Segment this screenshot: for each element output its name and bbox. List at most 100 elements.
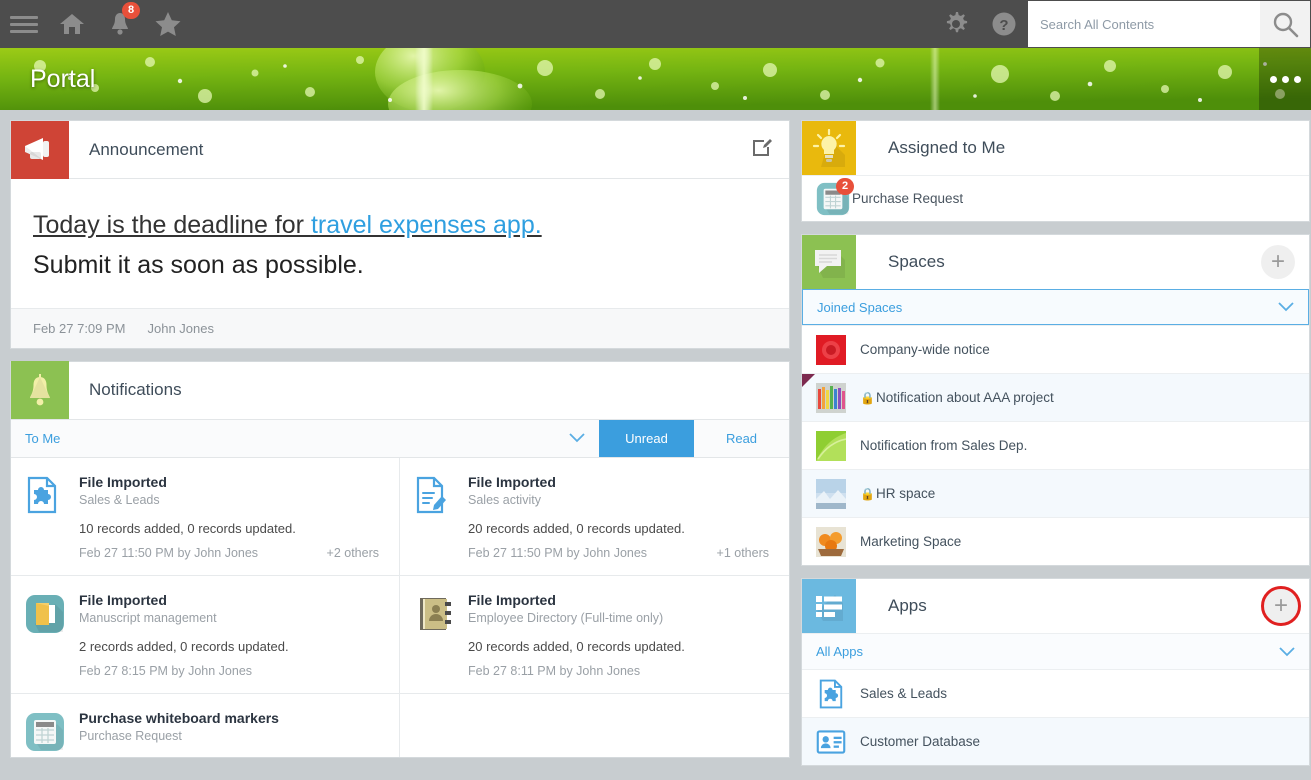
app-item-customer-database[interactable]: Customer Database	[802, 717, 1309, 765]
flag-corner-icon	[802, 374, 815, 387]
assigned-to-me-title: Assigned to Me	[888, 138, 1006, 157]
assigned-item-label: Purchase Request	[852, 191, 964, 206]
notification-subtitle: Sales & Leads	[79, 492, 160, 507]
notification-subtitle: Purchase Request	[79, 728, 182, 743]
notification-count-badge: 8	[122, 2, 140, 19]
space-item-company-wide-notice[interactable]: Company-wide notice	[802, 325, 1309, 373]
more-options-icon	[1293, 75, 1301, 83]
help-icon: ?	[992, 12, 1016, 36]
tab-unread[interactable]: Unread	[599, 419, 694, 457]
calculator-icon: 2	[816, 177, 854, 216]
gear-icon	[946, 12, 968, 33]
document-puzzle-icon	[819, 679, 843, 708]
assigned-count-badge: 2	[836, 177, 854, 195]
settings-button[interactable]	[932, 0, 980, 48]
home-icon	[60, 14, 84, 34]
search-input[interactable]	[1028, 1, 1260, 47]
home-button[interactable]	[48, 0, 96, 48]
assigned-item-purchase-request[interactable]: 2 Purchase Request	[802, 175, 1309, 221]
chevron-down-icon	[1278, 302, 1294, 312]
spaces-filter-label: Joined Spaces	[817, 299, 903, 315]
notification-others: +1 others	[716, 545, 769, 560]
space-label: HR space	[875, 486, 936, 501]
notification-timestamp: Feb 27 8:11 PM by John Jones	[468, 663, 641, 678]
more-options-icon	[1281, 75, 1289, 83]
favorites-button[interactable]	[144, 0, 192, 48]
notification-meta: Feb 27 8:15 PM by John Jones	[79, 664, 385, 678]
top-navigation-bar: 8 ?	[0, 0, 1311, 48]
page-content: Announcement Today is the deadline for t…	[0, 110, 1311, 780]
search-submit-button[interactable]	[1260, 1, 1310, 47]
notification-title: File Imported	[79, 591, 167, 608]
hamburger-menu-button[interactable]	[0, 0, 48, 48]
notification-subtitle: Manuscript management	[79, 610, 217, 625]
space-label: Notification about AAA project	[875, 390, 1054, 405]
app-label: Sales & Leads	[860, 686, 948, 701]
notification-meta: Feb 27 11:50 PM by John Jones +2 others	[79, 546, 385, 560]
add-space-button[interactable]: +	[1261, 245, 1295, 279]
folder-icon	[25, 592, 73, 679]
tab-read[interactable]: Read	[694, 419, 789, 457]
announcement-edit-button[interactable]	[751, 136, 773, 163]
space-label: Company-wide notice	[860, 342, 990, 357]
spaces-filter-dropdown[interactable]: Joined Spaces	[802, 289, 1309, 325]
notification-item[interactable]: Purchase whiteboard markers Purchase Req…	[11, 693, 400, 757]
right-column: Assigned to Me 2 Purchase Request Spaces…	[801, 120, 1310, 778]
notification-description: 2 records added, 0 records updated.	[79, 638, 289, 654]
notification-item[interactable]: File Imported Sales activity 20 records …	[400, 458, 789, 576]
banner-more-options-button[interactable]	[1259, 48, 1311, 110]
add-app-button[interactable]: +	[1261, 586, 1301, 626]
speech-bubble-icon	[802, 235, 856, 289]
chevron-down-icon	[569, 433, 585, 443]
global-search	[1028, 1, 1310, 47]
notifications-title: Notifications	[89, 380, 182, 399]
announcement-footer: Feb 27 7:09 PM John Jones	[11, 307, 789, 348]
space-item-sales-dep[interactable]: Notification from Sales Dep.	[802, 421, 1309, 469]
apps-title: Apps	[888, 596, 927, 615]
notification-title: File Imported	[79, 473, 167, 490]
notification-description: 20 records added, 0 records updated.	[468, 520, 685, 536]
notifications-list: File Imported Sales & Leads 10 records a…	[11, 457, 789, 757]
space-label: Marketing Space	[860, 534, 962, 549]
assigned-to-me-header: Assigned to Me	[802, 121, 1309, 175]
notification-title: File Imported	[468, 591, 556, 608]
document-puzzle-icon	[25, 474, 73, 561]
chevron-down-icon	[1279, 646, 1295, 656]
announcement-line-2: Submit it as soon as possible.	[33, 251, 364, 280]
more-options-icon	[1269, 75, 1277, 83]
leaf-banner-image	[0, 48, 1311, 110]
oranges-thumb	[816, 526, 846, 557]
announcement-card: Announcement Today is the deadline for t…	[10, 120, 790, 349]
notification-item[interactable]: File Imported Manuscript management 2 re…	[11, 575, 400, 694]
announcement-title: Announcement	[89, 139, 204, 159]
notifications-scope-dropdown[interactable]: To Me	[11, 420, 599, 457]
bell-icon	[11, 361, 69, 419]
notifications-card: Notifications To Me Unread Read File Imp…	[10, 360, 790, 758]
app-item-sales-leads[interactable]: Sales & Leads	[802, 669, 1309, 717]
help-button[interactable]: ?	[980, 0, 1028, 48]
notifications-scope-label: To Me	[25, 430, 61, 446]
red-rose-thumb	[816, 334, 846, 365]
travel-expenses-app-link[interactable]: travel expenses app.	[311, 211, 542, 239]
notification-others: +2 others	[326, 545, 379, 560]
edit-icon	[753, 139, 772, 156]
notification-title: Purchase whiteboard markers	[79, 709, 279, 726]
apps-header: Apps +	[802, 579, 1309, 633]
notification-item[interactable]: File Imported Employee Directory (Full-t…	[400, 576, 789, 694]
lock-icon: 🔒	[860, 486, 875, 501]
announcement-header: Announcement	[11, 120, 789, 179]
notifications-button[interactable]: 8	[96, 0, 144, 48]
announcement-timestamp: Feb 27 7:09 PM	[33, 320, 126, 336]
portal-page: 8 ? Search All Contents Portal Announcem…	[0, 0, 1311, 780]
space-item-aaa-project[interactable]: 🔒 Notification about AAA project	[802, 373, 1309, 421]
spaces-title: Spaces	[888, 252, 945, 271]
notification-title: File Imported	[468, 473, 556, 490]
megaphone-icon	[11, 120, 69, 179]
apps-filter-dropdown[interactable]: All Apps	[802, 633, 1309, 669]
page-title: Portal	[30, 65, 96, 93]
space-item-marketing-space[interactable]: Marketing Space	[802, 517, 1309, 565]
space-item-hr-space[interactable]: 🔒 HR space	[802, 469, 1309, 517]
notification-subtitle: Sales activity	[468, 492, 541, 507]
calculator-icon	[25, 710, 73, 757]
notification-item[interactable]: File Imported Sales & Leads 10 records a…	[11, 457, 400, 576]
